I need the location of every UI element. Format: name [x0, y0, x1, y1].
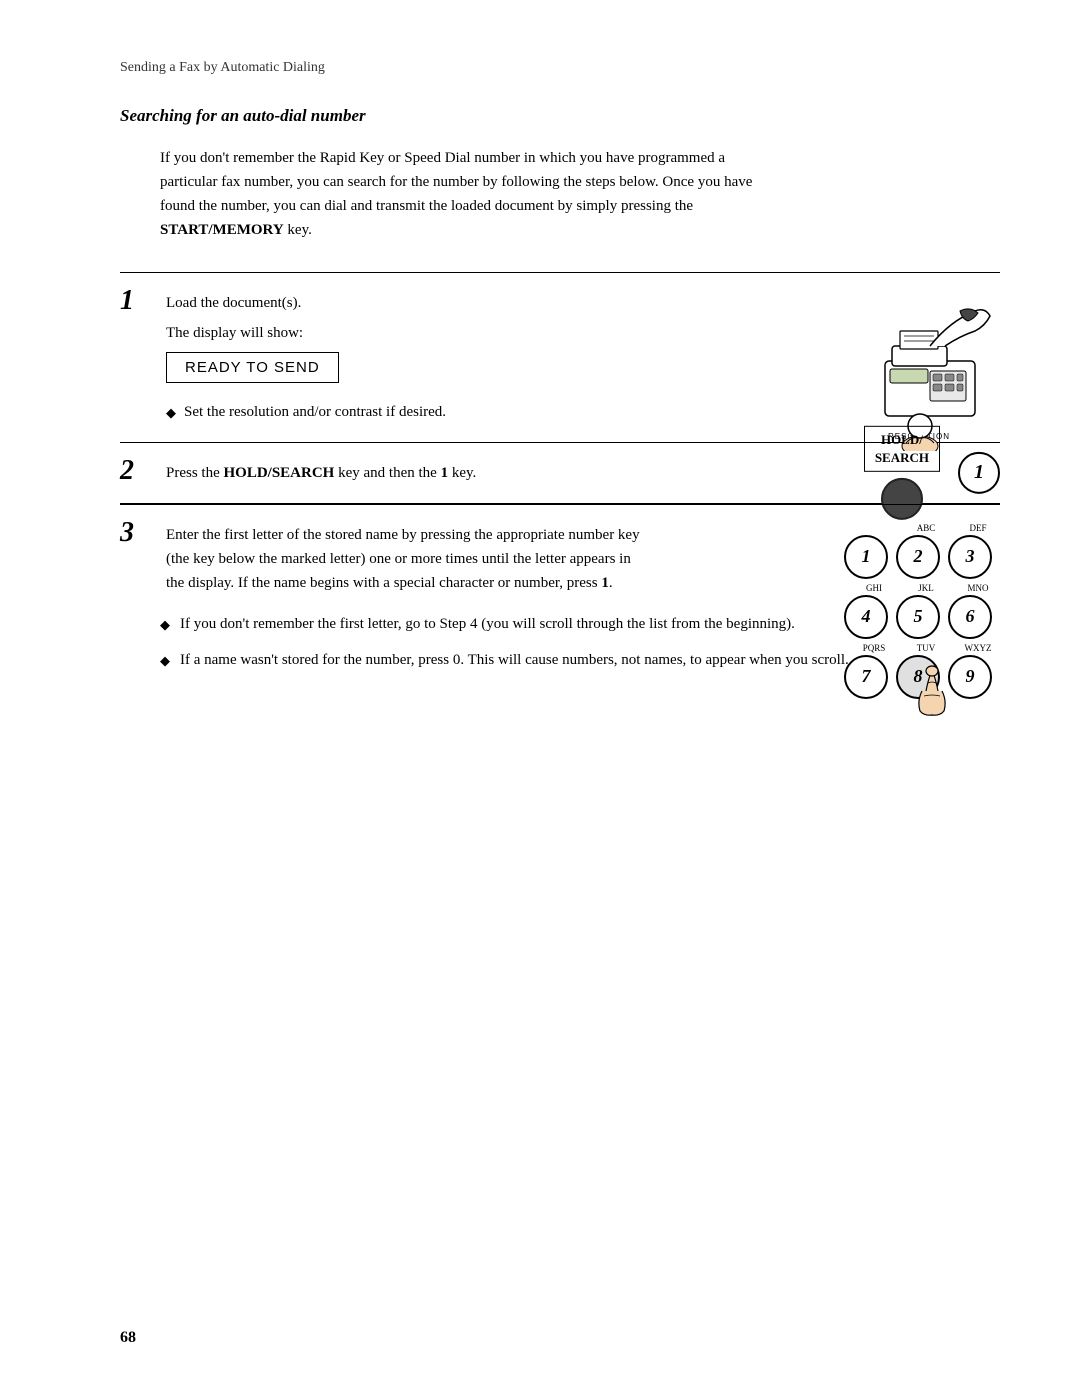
- step-2-number: 2: [120, 457, 158, 485]
- step-3-bullet-2: ◆ If a name wasn't stored for the number…: [160, 649, 900, 672]
- key-pad-1: 1: [844, 535, 888, 579]
- page-header: Sending a Fax by Automatic Dialing: [120, 60, 1000, 76]
- step-3-block: 3 Enter the first letter of the stored n…: [120, 504, 1000, 694]
- key-pad-6: 6: [948, 595, 992, 639]
- hand-press-icon: [902, 661, 962, 721]
- page: Sending a Fax by Automatic Dialing Searc…: [0, 0, 1080, 1397]
- step-1-bullet: ◆ Set the resolution and/or contrast if …: [166, 401, 646, 424]
- keypad-illustration: ABC DEF 1 2 3 GHI JKL MNO: [844, 523, 1000, 703]
- key-1: 1: [958, 452, 1000, 494]
- section-title: Searching for an auto-dial number: [120, 106, 1000, 126]
- step-2-block: 2 Press the HOLD/SEARCH key and then the…: [120, 443, 1000, 504]
- page-number: 68: [120, 1329, 136, 1347]
- key-pad-3: 3: [948, 535, 992, 579]
- step-1-text: Load the document(s).: [166, 291, 646, 315]
- hold-search-label: HOLD/SEARCH: [864, 425, 940, 471]
- step-3-text: Enter the first letter of the stored nam…: [166, 523, 646, 595]
- key-pad-4: 4: [844, 595, 888, 639]
- ready-to-send-display: READY TO SEND: [166, 352, 339, 383]
- key-pad-7: 7: [844, 655, 888, 699]
- step-3-bullets: ◆ If you don't remember the first letter…: [160, 613, 900, 672]
- step-3-number: 3: [120, 519, 158, 547]
- key-pad-2: 2: [896, 535, 940, 579]
- step-1-number: 1: [120, 287, 158, 315]
- intro-paragraph: If you don't remember the Rapid Key or S…: [160, 146, 780, 242]
- key-pad-5: 5: [896, 595, 940, 639]
- step-2-text: Press the HOLD/SEARCH key and then the 1…: [166, 461, 646, 485]
- step-3-bullet-1: ◆ If you don't remember the first letter…: [160, 613, 900, 636]
- step-1-block: 1 Load the document(s). The display will…: [120, 272, 1000, 443]
